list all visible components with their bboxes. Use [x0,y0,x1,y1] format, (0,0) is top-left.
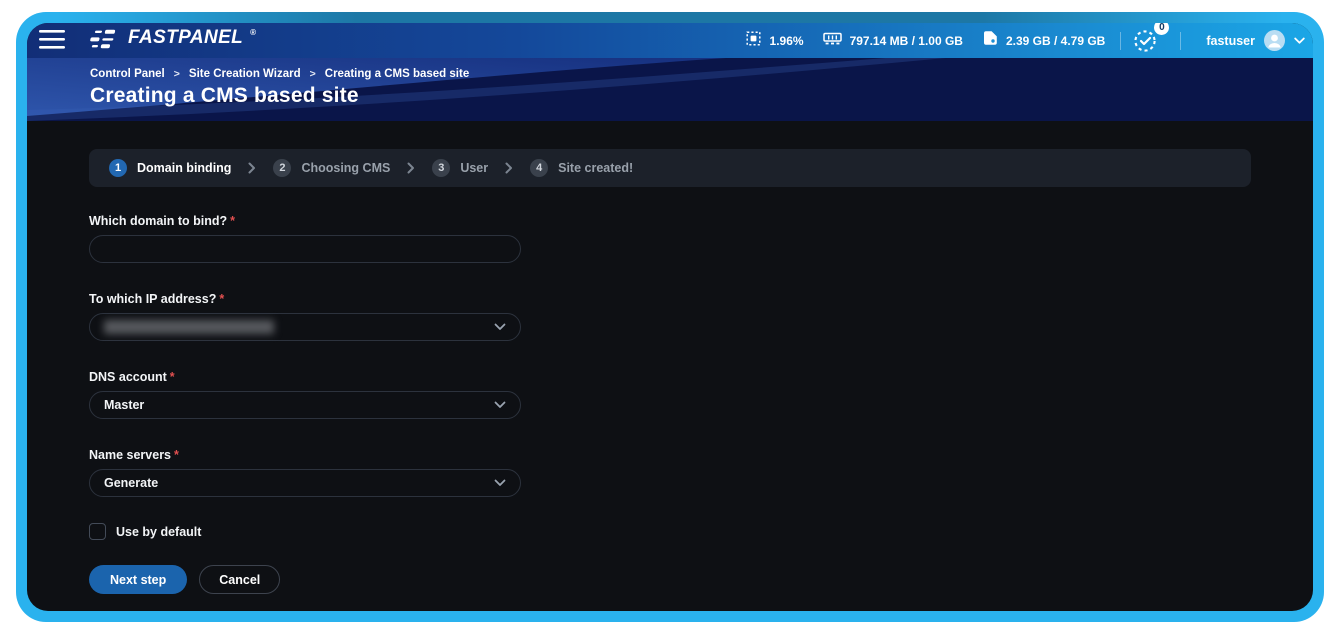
cpu-usage-value: 1.96% [770,34,804,48]
name-servers-selected-value: Generate [104,476,158,490]
required-mark: * [174,448,179,462]
selected-ip-redacted [104,320,274,334]
step-number: 1 [109,159,127,177]
cpu-usage-stat: 1.96% [745,30,804,52]
breadcrumb-separator: > [310,68,316,80]
domain-field-group: Which domain to bind?* [89,214,521,263]
step-choosing-cms[interactable]: 2 Choosing CMS [273,159,390,177]
topbar-divider [1120,32,1121,50]
required-mark: * [219,292,224,306]
hamburger-icon [39,30,65,52]
chevron-down-icon [494,320,506,334]
chevron-down-icon [494,476,506,490]
dns-account-select[interactable]: Master [89,391,521,419]
required-mark: * [170,370,175,384]
name-servers-field-label: Name servers* [89,448,521,462]
dns-account-selected-value: Master [104,398,144,412]
user-menu[interactable]: fastuser [1206,30,1305,51]
chevron-down-icon [1294,33,1305,48]
step-label: Domain binding [137,161,231,175]
breadcrumb-control-panel[interactable]: Control Panel [90,68,165,80]
topbar-divider [1180,32,1181,50]
domain-input[interactable] [89,235,521,263]
label-text: Name servers [89,448,171,462]
registered-mark: ® [250,28,256,37]
ip-select[interactable] [89,313,521,341]
disk-usage-value: 2.39 GB / 4.79 GB [1006,34,1105,48]
breadcrumb-separator: > [174,68,180,80]
form-actions: Next step Cancel [89,565,1251,594]
step-label: User [460,161,488,175]
step-label: Site created! [558,161,633,175]
label-text: DNS account [89,370,167,384]
chevron-right-icon [248,162,256,174]
use-by-default-label: Use by default [116,525,201,539]
app-window: FASTPANEL ® 1.96% [27,23,1313,611]
use-by-default-checkbox[interactable] [89,523,106,540]
label-text: Which domain to bind? [89,214,227,228]
app-window-frame: FASTPANEL ® 1.96% [16,12,1324,622]
breadcrumb-current-page: Creating a CMS based site [325,68,469,80]
brand-name: FASTPANEL [128,27,243,49]
next-step-button[interactable]: Next step [89,565,187,594]
brand-logo[interactable]: FASTPANEL ® [87,27,256,54]
step-site-created[interactable]: 4 Site created! [530,159,633,177]
step-domain-binding[interactable]: 1 Domain binding [109,159,231,177]
ip-field-group: To which IP address?* [89,292,521,341]
dns-account-field-label: DNS account* [89,370,521,384]
step-label: Choosing CMS [301,161,390,175]
breadcrumb-site-creation-wizard[interactable]: Site Creation Wizard [189,68,301,80]
label-text: To which IP address? [89,292,216,306]
chevron-down-icon [494,398,506,412]
ram-usage-value: 797.14 MB / 1.00 GB [850,34,963,48]
equalizer-icon [87,27,121,54]
cancel-button[interactable]: Cancel [199,565,280,594]
topbar-right: 1.96% 797.14 MB / 1 [726,25,1305,57]
ram-icon [823,31,842,51]
menu-toggle-button[interactable] [33,26,71,56]
step-number: 3 [432,159,450,177]
required-mark: * [230,214,235,228]
ram-usage-stat: 797.14 MB / 1.00 GB [823,31,963,51]
step-number: 2 [273,159,291,177]
cpu-icon [745,30,762,52]
chevron-right-icon [505,162,513,174]
domain-field-label: Which domain to bind?* [89,214,521,228]
notification-count-badge: 0 [1154,23,1169,35]
step-number: 4 [530,159,548,177]
dns-account-field-group: DNS account* Master [89,370,521,419]
chevron-right-icon [407,162,415,174]
ip-field-label: To which IP address?* [89,292,521,306]
domain-binding-form: Which domain to bind?* To which IP addre… [89,214,1251,594]
username: fastuser [1206,34,1255,48]
page-title: Creating a CMS based site [90,84,1251,108]
disk-usage-stat: 2.39 GB / 4.79 GB [982,30,1105,51]
page-header: Control Panel > Site Creation Wizard > C… [27,58,1313,121]
avatar [1264,30,1285,51]
name-servers-select[interactable]: Generate [89,469,521,497]
use-by-default-row[interactable]: Use by default [89,523,1251,540]
wizard-steps: 1 Domain binding 2 Choosing CMS 3 User [89,149,1251,187]
notifications-button[interactable]: 0 [1132,25,1165,57]
step-user[interactable]: 3 User [432,159,488,177]
disk-icon [982,30,998,51]
name-servers-field-group: Name servers* Generate [89,448,521,497]
breadcrumb: Control Panel > Site Creation Wizard > C… [90,68,1251,80]
main-content: 1 Domain binding 2 Choosing CMS 3 User [27,121,1313,611]
topbar: FASTPANEL ® 1.96% [27,23,1313,58]
